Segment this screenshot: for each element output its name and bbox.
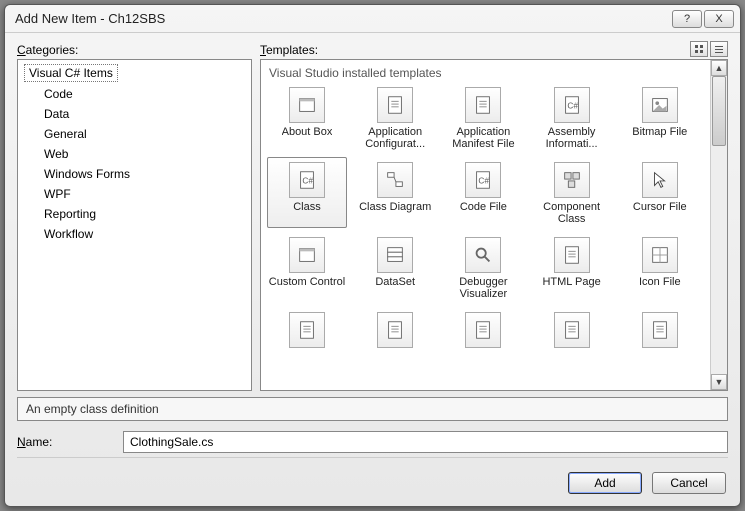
- name-label: Name:: [17, 435, 113, 449]
- template-item-partial[interactable]: [267, 307, 347, 354]
- cs-icon: C#: [554, 87, 590, 123]
- template-item[interactable]: C# Code File: [443, 157, 523, 228]
- form-icon: [289, 87, 325, 123]
- template-item[interactable]: C# Class: [267, 157, 347, 228]
- svg-text:C#: C#: [479, 177, 490, 186]
- categories-tree: Visual C# Items CodeDataGeneralWebWindow…: [18, 60, 251, 248]
- svg-text:C#: C#: [567, 102, 578, 111]
- template-label: Custom Control: [269, 276, 345, 288]
- doc-icon: [465, 312, 501, 348]
- template-label: Application Manifest File: [444, 126, 522, 150]
- template-label: About Box: [282, 126, 333, 138]
- description-box: An empty class definition: [17, 397, 728, 421]
- categories-box: Visual C# Items CodeDataGeneralWebWindow…: [17, 59, 252, 391]
- add-button[interactable]: Add: [568, 472, 642, 494]
- close-button[interactable]: X: [704, 10, 734, 28]
- template-item[interactable]: Custom Control: [267, 232, 347, 303]
- template-label: Bitmap File: [632, 126, 687, 138]
- categories-column: Categories: Visual C# Items CodeDataGene…: [17, 43, 252, 391]
- tree-root[interactable]: Visual C# Items: [24, 64, 118, 82]
- tree-item[interactable]: Reporting: [42, 204, 245, 224]
- doc-icon: [465, 87, 501, 123]
- scroll-thumb[interactable]: [712, 76, 726, 146]
- template-item[interactable]: About Box: [267, 82, 347, 153]
- template-item[interactable]: Icon File: [620, 232, 700, 303]
- template-label: Class: [293, 201, 321, 213]
- diagram-icon: [377, 162, 413, 198]
- search-icon: [465, 237, 501, 273]
- template-item[interactable]: Class Diagram: [355, 157, 435, 228]
- template-label: Cursor File: [633, 201, 687, 213]
- component-icon: [554, 162, 590, 198]
- cs-icon: C#: [289, 162, 325, 198]
- template-label: Debugger Visualizer: [444, 276, 522, 300]
- tree-item[interactable]: Windows Forms: [42, 164, 245, 184]
- template-item-partial[interactable]: [443, 307, 523, 354]
- template-label: Code File: [460, 201, 507, 213]
- cancel-button[interactable]: Cancel: [652, 472, 726, 494]
- templates-label: Templates:: [260, 43, 728, 57]
- templates-group-label: Visual Studio installed templates: [269, 66, 708, 80]
- scroll-down-button[interactable]: ▼: [711, 374, 727, 390]
- doc-icon: [289, 312, 325, 348]
- templates-column: Templates: Visual Studio installed templ…: [260, 43, 728, 391]
- template-label: Icon File: [639, 276, 681, 288]
- dialog-window: Add New Item - Ch12SBS ? X Categories: V…: [4, 4, 741, 507]
- tree-item[interactable]: Web: [42, 144, 245, 164]
- form-icon: [289, 237, 325, 273]
- template-item[interactable]: DataSet: [355, 232, 435, 303]
- tree-item[interactable]: General: [42, 124, 245, 144]
- doc-icon: [554, 237, 590, 273]
- template-label: Assembly Informati...: [533, 126, 611, 150]
- tree-item[interactable]: WPF: [42, 184, 245, 204]
- template-label: Class Diagram: [359, 201, 431, 213]
- templates-box: Visual Studio installed templates About …: [260, 59, 728, 391]
- template-item-partial[interactable]: [620, 307, 700, 354]
- template-item-partial[interactable]: [532, 307, 612, 354]
- doc-icon: [377, 87, 413, 123]
- window-title: Add New Item - Ch12SBS: [11, 11, 670, 26]
- template-item-partial[interactable]: [355, 307, 435, 354]
- template-item[interactable]: Component Class: [532, 157, 612, 228]
- view-small-icons-button[interactable]: [710, 41, 728, 57]
- help-button[interactable]: ?: [672, 10, 702, 28]
- template-label: DataSet: [375, 276, 415, 288]
- template-item[interactable]: HTML Page: [532, 232, 612, 303]
- template-label: Application Configurat...: [356, 126, 434, 150]
- tree-item[interactable]: Code: [42, 84, 245, 104]
- categories-label: Categories:: [17, 43, 252, 57]
- template-item[interactable]: Bitmap File: [620, 82, 700, 153]
- cs-icon: C#: [465, 162, 501, 198]
- grid-icon: [642, 237, 678, 273]
- template-item[interactable]: Application Configurat...: [355, 82, 435, 153]
- template-item[interactable]: Debugger Visualizer: [443, 232, 523, 303]
- scroll-up-button[interactable]: ▲: [711, 60, 727, 76]
- view-large-icons-button[interactable]: [690, 41, 708, 57]
- doc-icon: [554, 312, 590, 348]
- template-label: Component Class: [533, 201, 611, 225]
- template-label: HTML Page: [542, 276, 600, 288]
- template-item[interactable]: C# Assembly Informati...: [532, 82, 612, 153]
- doc-icon: [377, 312, 413, 348]
- name-input[interactable]: [123, 431, 728, 453]
- templates-scrollbar[interactable]: ▲ ▼: [710, 60, 727, 390]
- dataset-icon: [377, 237, 413, 273]
- img-icon: [642, 87, 678, 123]
- tree-item[interactable]: Workflow: [42, 224, 245, 244]
- template-item[interactable]: Cursor File: [620, 157, 700, 228]
- tree-item[interactable]: Data: [42, 104, 245, 124]
- client-area: Categories: Visual C# Items CodeDataGene…: [5, 33, 740, 506]
- titlebar: Add New Item - Ch12SBS ? X: [5, 5, 740, 33]
- template-item[interactable]: Application Manifest File: [443, 82, 523, 153]
- svg-text:C#: C#: [302, 177, 313, 186]
- cursor-icon: [642, 162, 678, 198]
- doc-icon: [642, 312, 678, 348]
